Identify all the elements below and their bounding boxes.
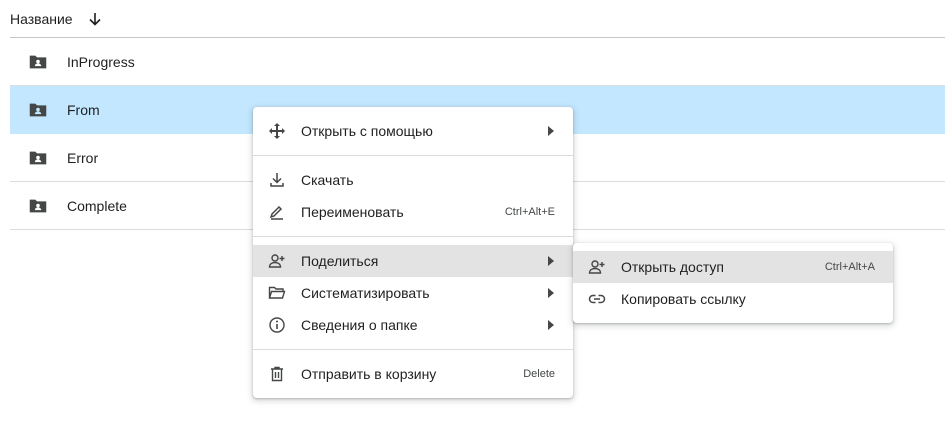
shortcut-label: Ctrl+Alt+E — [504, 206, 555, 218]
folder-name: InProgress — [67, 53, 135, 70]
folder-row-inprogress[interactable]: InProgress — [10, 38, 945, 86]
pen-icon — [268, 203, 286, 221]
shared-folder-icon — [27, 147, 49, 169]
folder-name: From — [67, 101, 100, 118]
menu-item-trash[interactable]: Отправить в корзину Delete — [253, 358, 573, 390]
menu-item-share[interactable]: Поделиться — [253, 245, 573, 277]
menu-divider — [253, 155, 573, 156]
shortcut-label: Delete — [523, 368, 555, 380]
folder-name: Complete — [67, 197, 127, 214]
list-header: Название — [10, 0, 945, 38]
folder-name: Error — [67, 149, 99, 166]
shared-folder-icon — [27, 99, 49, 121]
arrow-down-icon[interactable] — [87, 11, 103, 27]
menu-item-copy-link[interactable]: Копировать ссылку — [573, 283, 893, 315]
submenu-arrow-icon — [547, 256, 555, 266]
trash-icon — [268, 365, 286, 383]
shared-folder-icon — [27, 195, 49, 217]
submenu-arrow-icon — [547, 126, 555, 136]
shortcut-label: Ctrl+Alt+A — [824, 261, 875, 273]
folder-open-icon — [268, 284, 286, 302]
context-menu: Открыть с помощью Скачать Переименовать … — [253, 107, 573, 398]
column-header-name[interactable]: Название — [10, 11, 73, 27]
file-list-page: Название InProgress From Error Complete — [0, 0, 945, 441]
submenu-arrow-icon — [547, 288, 555, 298]
download-icon — [268, 171, 286, 189]
menu-item-share-access[interactable]: Открыть доступ Ctrl+Alt+A — [573, 251, 893, 283]
person-add-icon — [268, 252, 286, 270]
menu-divider — [253, 349, 573, 350]
link-icon — [588, 290, 606, 308]
shared-folder-icon — [27, 51, 49, 73]
menu-item-open-with[interactable]: Открыть с помощью — [253, 115, 573, 147]
share-submenu: Открыть доступ Ctrl+Alt+A Копировать ссы… — [573, 243, 893, 323]
menu-item-download[interactable]: Скачать — [253, 164, 573, 196]
move-arrows-icon — [268, 122, 286, 140]
menu-divider — [253, 236, 573, 237]
menu-item-rename[interactable]: Переименовать Ctrl+Alt+E — [253, 196, 573, 228]
info-icon — [268, 316, 286, 334]
menu-item-organize[interactable]: Систематизировать — [253, 277, 573, 309]
submenu-arrow-icon — [547, 320, 555, 330]
menu-item-folder-info[interactable]: Сведения о папке — [253, 309, 573, 341]
person-add-icon — [588, 258, 606, 276]
